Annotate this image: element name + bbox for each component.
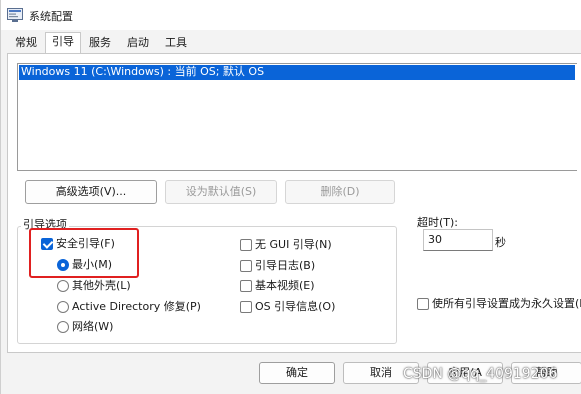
timeout-label: 超时(T):	[417, 216, 459, 229]
boot-log-label: 引导日志(B)	[255, 259, 316, 272]
base-video-label: 基本视频(E)	[255, 279, 315, 292]
os-list[interactable]: Windows 11 (C:\Windows) : 当前 OS; 默认 OS	[17, 63, 577, 171]
annotation-highlight-box	[29, 228, 139, 278]
make-permanent-checkbox[interactable]	[417, 298, 429, 310]
tab-tools[interactable]: 工具	[159, 34, 193, 54]
window-title: 系统配置	[29, 10, 73, 23]
os-list-item[interactable]: Windows 11 (C:\Windows) : 当前 OS; 默认 OS	[19, 65, 575, 80]
active-directory-label: Active Directory 修复(P)	[72, 300, 201, 313]
os-boot-info-checkbox[interactable]	[240, 301, 252, 313]
network-radio[interactable]	[57, 321, 69, 333]
ok-button[interactable]: 确定	[259, 362, 335, 384]
tab-boot[interactable]: 引导	[45, 32, 81, 54]
timeout-input[interactable]: 30	[423, 229, 493, 251]
tab-services[interactable]: 服务	[83, 34, 117, 54]
tab-general[interactable]: 常规	[9, 34, 43, 54]
active-directory-radio[interactable]	[57, 301, 69, 313]
make-permanent-label: 使所有引导设置成为永久设置(K	[432, 297, 581, 310]
csdn-watermark: CSDN @qq_40919206	[403, 366, 558, 382]
alternate-shell-radio[interactable]	[57, 280, 69, 292]
os-boot-info-label: OS 引导信息(O)	[255, 300, 336, 313]
tab-strip: 常规 引导 服务 启动 工具	[1, 32, 581, 54]
no-gui-checkbox[interactable]	[240, 239, 252, 251]
base-video-checkbox[interactable]	[240, 280, 252, 292]
title-bar: 系统配置	[1, 0, 581, 30]
advanced-options-button[interactable]: 高级选项(V)...	[25, 180, 157, 204]
no-gui-label: 无 GUI 引导(N)	[255, 238, 332, 251]
network-label: 网络(W)	[72, 320, 114, 333]
delete-button[interactable]: 删除(D)	[285, 180, 395, 204]
timeout-unit: 秒	[495, 236, 506, 249]
alternate-shell-label: 其他外壳(L)	[72, 279, 131, 292]
tab-startup[interactable]: 启动	[121, 34, 155, 54]
boot-log-checkbox[interactable]	[240, 260, 252, 272]
system-config-window: 系统配置 常规 引导 服务 启动 工具 Windows 11 (C:\Windo…	[0, 0, 581, 394]
set-default-button[interactable]: 设为默认值(S)	[165, 180, 277, 204]
msconfig-app-icon	[7, 8, 23, 22]
